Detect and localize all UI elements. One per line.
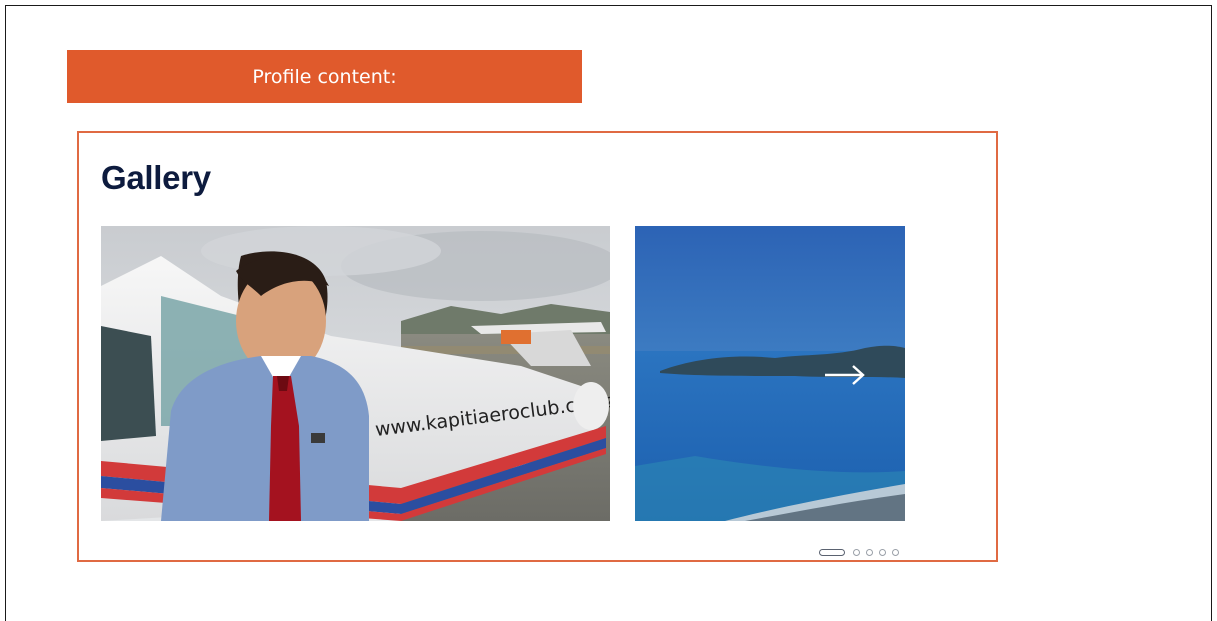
arrow-right-icon [825, 365, 865, 385]
gallery-panel: Gallery www.kapitiaeroclub.co.nz [77, 131, 998, 562]
gallery-image-student-aircraft: www.kapitiaeroclub.co.nz [101, 226, 610, 521]
gallery-slide-main[interactable]: www.kapitiaeroclub.co.nz [101, 226, 610, 521]
gallery-title: Gallery [101, 159, 211, 196]
pager-dot-4[interactable] [879, 548, 886, 556]
section-banner-label: Profile content: [252, 65, 397, 88]
pager-dot-5[interactable] [892, 548, 899, 556]
gallery-pager [819, 546, 899, 558]
gallery-next-button[interactable] [819, 360, 869, 390]
pager-dot-2[interactable] [853, 548, 860, 556]
section-banner: Profile content: [67, 50, 582, 103]
pager-dot-3[interactable] [866, 548, 873, 556]
pager-dot-1[interactable] [819, 548, 845, 556]
